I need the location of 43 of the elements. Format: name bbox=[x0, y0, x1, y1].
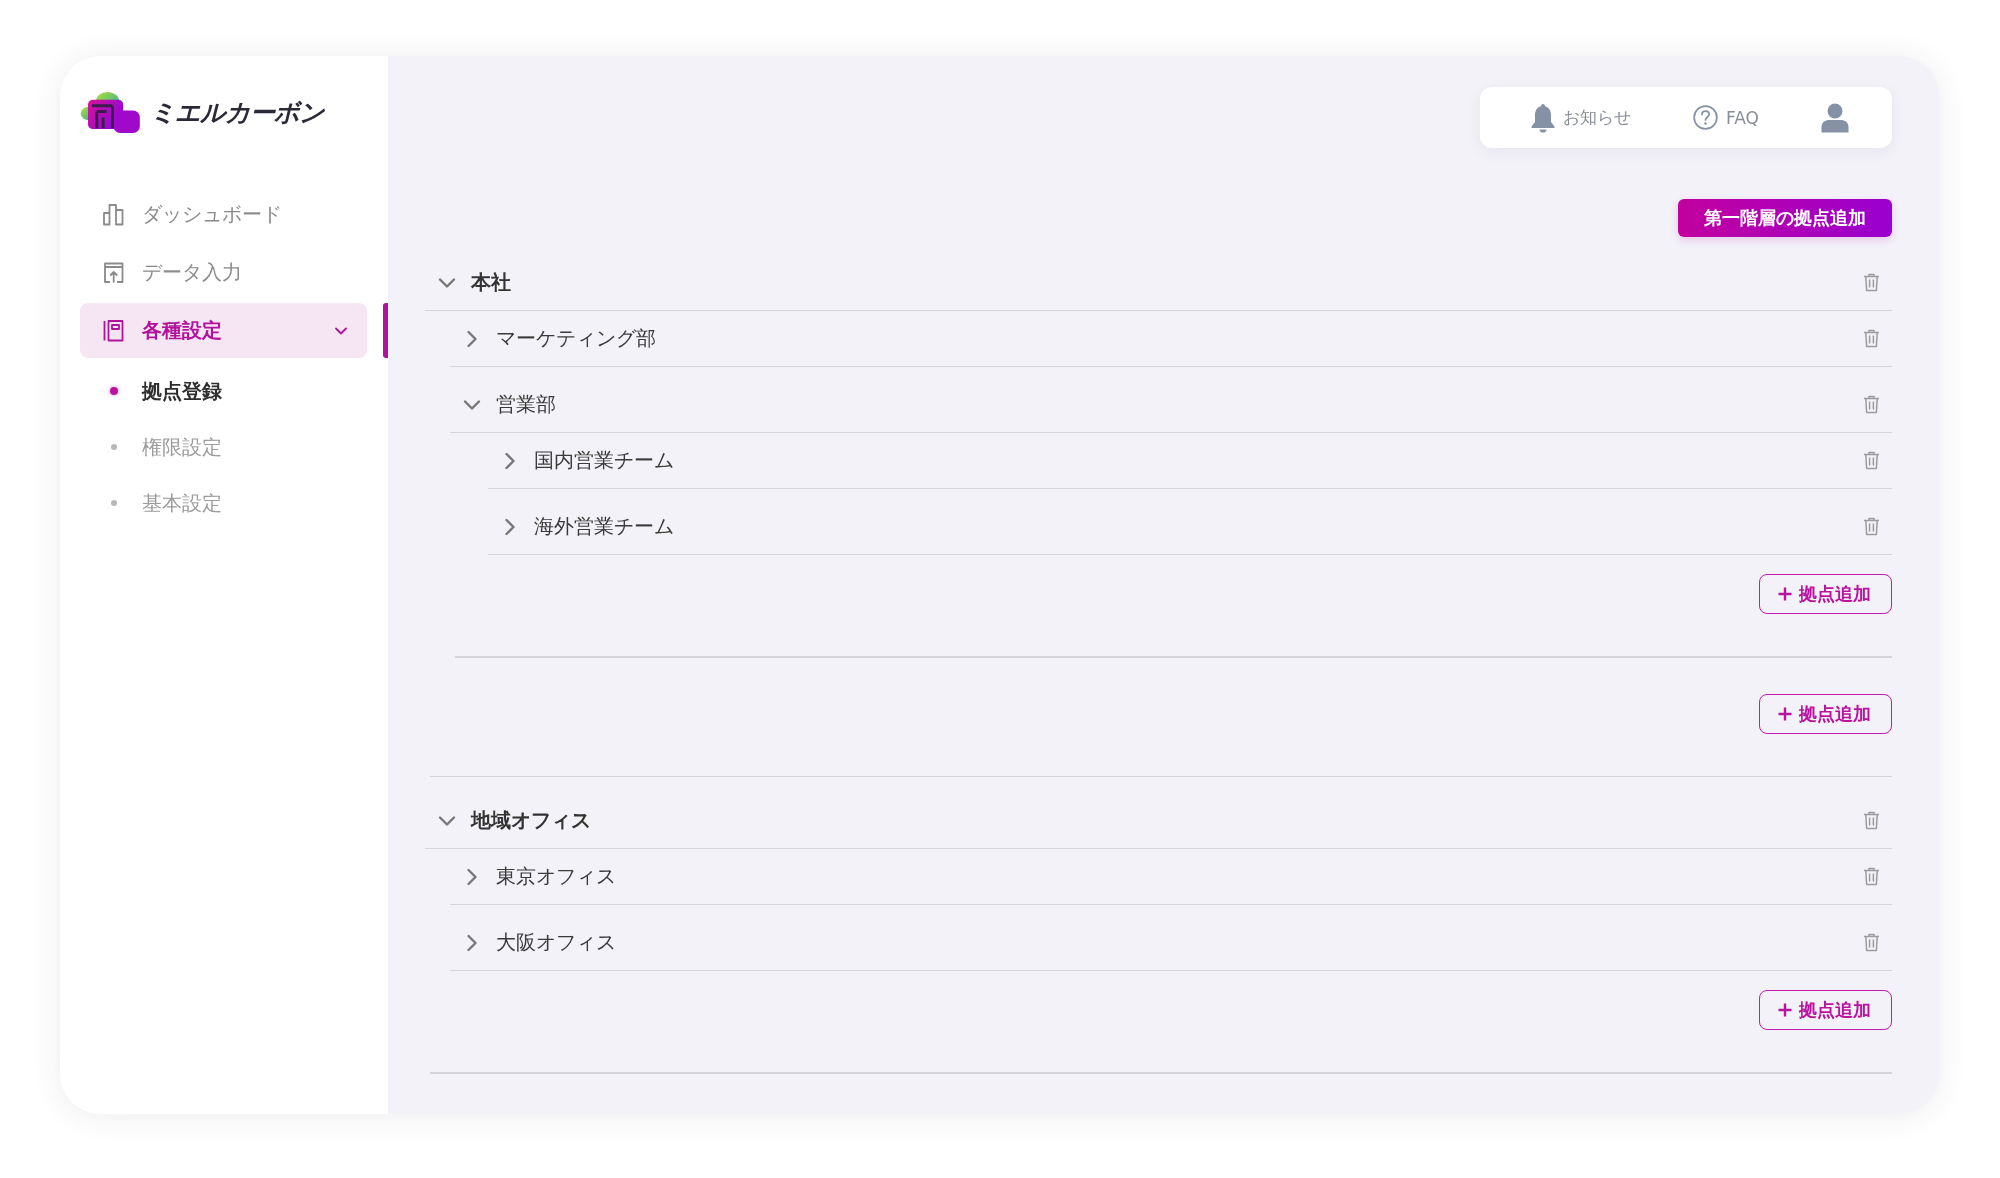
trash-icon[interactable] bbox=[1863, 933, 1880, 952]
trash-icon[interactable] bbox=[1863, 867, 1880, 886]
node-label: 地域オフィス bbox=[471, 808, 591, 834]
node-label: 海外営業チーム bbox=[534, 514, 674, 540]
notebook-icon bbox=[102, 319, 125, 342]
faq-link[interactable]: FAQ bbox=[1693, 105, 1759, 130]
trash-icon[interactable] bbox=[1863, 395, 1880, 414]
add-location-button[interactable]: 拠点追加 bbox=[1759, 693, 1892, 734]
nav-item[interactable]: 各種設定 bbox=[80, 303, 367, 358]
sub-nav-item[interactable]: 権限設定 bbox=[80, 419, 367, 475]
bullet-dot-icon bbox=[111, 500, 117, 506]
add-location-button[interactable]: 拠点追加 bbox=[1759, 574, 1892, 614]
trash-icon[interactable] bbox=[1863, 517, 1880, 536]
trash-icon[interactable] bbox=[1863, 273, 1880, 292]
plus-icon bbox=[1778, 706, 1792, 721]
trash-icon[interactable] bbox=[1863, 329, 1880, 348]
bullet-dot-icon bbox=[111, 444, 117, 450]
node-label: 本社 bbox=[471, 270, 511, 296]
node-label: マーケティング部 bbox=[496, 326, 656, 352]
trash-icon[interactable] bbox=[1863, 451, 1880, 470]
sub-nav-item[interactable]: 拠点登録 bbox=[80, 363, 367, 419]
node-label: 営業部 bbox=[496, 392, 556, 418]
plus-icon bbox=[1778, 587, 1792, 601]
upload-icon bbox=[102, 261, 125, 284]
notifications-link[interactable]: お知らせ bbox=[1531, 102, 1631, 133]
user-icon[interactable] bbox=[1821, 102, 1849, 133]
node-label: 東京オフィス bbox=[496, 864, 616, 890]
plus-icon bbox=[1778, 1003, 1792, 1017]
bar-chart-icon bbox=[102, 203, 125, 226]
add-top-level-button[interactable]: 第一階層の拠点追加 bbox=[1678, 199, 1892, 237]
bullet-dot-icon bbox=[110, 387, 118, 395]
sub-nav-item[interactable]: 基本設定 bbox=[80, 475, 367, 531]
nav-item[interactable]: ダッシュボード bbox=[80, 187, 367, 242]
bell-icon bbox=[1531, 102, 1555, 133]
nav-item[interactable]: データ入力 bbox=[80, 245, 367, 300]
cloud-logo-icon bbox=[80, 91, 141, 134]
node-label: 国内営業チーム bbox=[534, 448, 674, 474]
trash-icon[interactable] bbox=[1863, 811, 1880, 830]
help-icon bbox=[1693, 105, 1719, 130]
add-location-button[interactable]: 拠点追加 bbox=[1759, 990, 1892, 1030]
brand-name: ミエルカーボン bbox=[150, 97, 324, 129]
selection-bar bbox=[383, 303, 388, 358]
node-label: 大阪オフィス bbox=[496, 930, 616, 956]
